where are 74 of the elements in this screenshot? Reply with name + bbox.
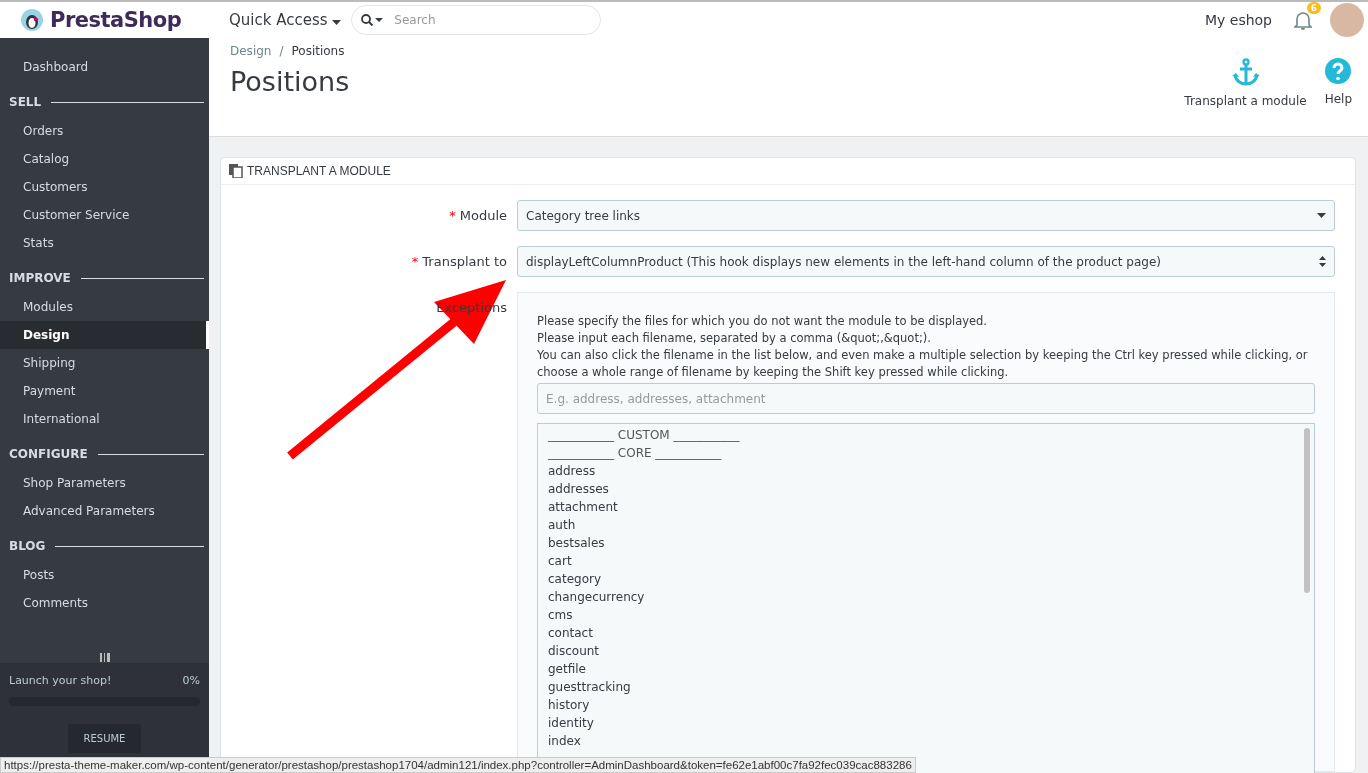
list-item[interactable]: contact: [548, 624, 593, 642]
list-item[interactable]: getfile: [548, 660, 586, 678]
documents-icon: [229, 164, 243, 178]
shop-name[interactable]: My eshop: [1204, 12, 1272, 28]
required-mark: *: [411, 254, 419, 269]
sidebar-item[interactable]: Posts: [0, 561, 209, 589]
notification-badge: 6: [1306, 2, 1321, 14]
sidebar-item[interactable]: Dashboard: [0, 53, 209, 81]
sidebar-item[interactable]: Stats: [0, 229, 209, 257]
breadcrumb-link[interactable]: Design: [230, 44, 272, 58]
sidebar-section-title: CONFIGURE: [9, 447, 88, 461]
list-item[interactable]: addresses: [548, 480, 609, 498]
list-item[interactable]: cms: [548, 606, 573, 624]
panel-title: TRANSPLANT A MODULE: [247, 164, 391, 178]
sidebar-item[interactable]: Modules: [0, 293, 209, 321]
list-item[interactable]: guesttracking: [548, 678, 631, 696]
help-text: You can also click the filename in the list below, and even make a multiple selection by keeping the Ctrl key pressed while clicking, or choose a whole range of filename by keeping the Shift key pressed while clicking.: [537, 347, 1309, 381]
list-item[interactable]: auth: [548, 516, 576, 534]
required-mark: *: [449, 208, 456, 223]
breadcrumb-separator: /: [279, 44, 284, 58]
sidebar-item[interactable]: Customer Service: [0, 201, 209, 229]
penguin-logo-icon: [20, 8, 44, 32]
sidebar-section-title: SELL: [9, 95, 42, 109]
module-select[interactable]: Category tree links: [517, 200, 1335, 231]
sidebar-item[interactable]: Advanced Parameters: [0, 497, 209, 525]
list-item[interactable]: address: [548, 462, 596, 480]
list-item[interactable]: bestsales: [548, 534, 605, 552]
launch-percent: 0%: [182, 674, 200, 687]
sidebar-section-title: IMPROVE: [9, 271, 71, 285]
help-text: Please input each filename, separated by a comma (&quot;,&quot;).: [537, 330, 932, 347]
caret-icon: [1317, 213, 1326, 218]
list-item[interactable]: cart: [548, 552, 572, 570]
help-text: Please specify the files for which you do not want the module to be displayed.: [537, 313, 989, 330]
sidebar-item[interactable]: Shipping: [0, 349, 209, 377]
scrollbar-thumb[interactable]: [1304, 428, 1310, 593]
exceptions-input[interactable]: E.g. address, addresses, attachment: [537, 383, 1315, 414]
toolbar-button[interactable]: Transplant a module: [1184, 58, 1307, 136]
launch-label: Launch your shop!: [9, 674, 112, 687]
status-bar-url: https://presta-theme-maker.com/wp-content/generator/prestashop/prestashop1704/admin121/index.php?controller=AdminDashboard&token=fe62e1abf00c7fa92fec039cac883286: [0, 757, 916, 773]
resume-button[interactable]: RESUME: [67, 724, 142, 753]
list-item[interactable]: category: [548, 570, 602, 588]
list-item[interactable]: attachment: [548, 498, 618, 516]
quick-access-menu[interactable]: Quick Access: [209, 11, 352, 29]
bell-icon[interactable]: [1294, 10, 1312, 30]
list-item[interactable]: identity: [548, 714, 594, 732]
updown-icon: [1319, 256, 1326, 267]
search-icon: [361, 14, 384, 26]
field-label: Module: [459, 208, 507, 223]
sidebar-item[interactable]: Shop Parameters: [0, 469, 209, 497]
sidebar-item[interactable]: Comments: [0, 589, 209, 617]
page-title: Positions: [230, 66, 351, 97]
help-icon: [1325, 58, 1352, 84]
sidebar-item[interactable]: Payment: [0, 377, 209, 405]
sidebar-item[interactable]: Customers: [0, 173, 209, 201]
list-group-header: ___________ CUSTOM ___________: [548, 427, 740, 444]
hook-select[interactable]: displayLeftColumnProduct (This hook displays new elements in the left-hand column of the product page): [517, 246, 1335, 277]
sidebar-item[interactable]: Orders: [0, 117, 209, 145]
resize-grip-icon[interactable]: [100, 653, 110, 662]
list-item[interactable]: discount: [548, 642, 600, 660]
list-item[interactable]: index: [548, 732, 581, 750]
list-group-header: ___________ CORE ___________: [548, 445, 722, 462]
search-field[interactable]: Search: [351, 5, 602, 35]
anchor-icon: [1231, 58, 1260, 86]
sidebar-item[interactable]: International: [0, 405, 209, 433]
toolbar-button[interactable]: Help: [1324, 58, 1352, 136]
list-item[interactable]: history: [548, 696, 590, 714]
sidebar-item[interactable]: Catalog: [0, 145, 209, 173]
breadcrumb-link[interactable]: Positions: [291, 44, 345, 58]
field-label: Transplant to: [422, 254, 507, 269]
brand-logo: PrestaShop: [50, 8, 182, 32]
caret-icon: [332, 20, 342, 25]
list-item[interactable]: changecurrency: [548, 588, 645, 606]
sidebar-section-title: BLOG: [9, 539, 46, 553]
sidebar-item[interactable]: Design: [0, 321, 209, 349]
